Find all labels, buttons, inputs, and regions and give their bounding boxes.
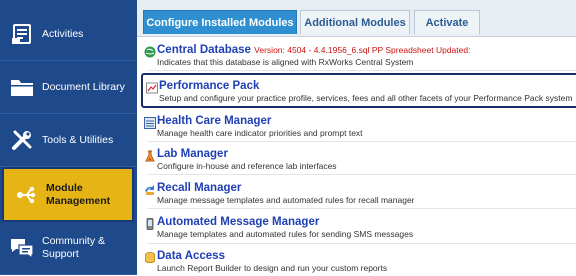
sidebar-item-label: Activities xyxy=(42,27,84,40)
sidebar-item-community-support[interactable]: Community & Support xyxy=(0,222,137,275)
tab-activate[interactable]: Activate xyxy=(414,10,480,34)
sidebar-item-document-library[interactable]: Document Library xyxy=(0,61,137,114)
phone-icon xyxy=(144,217,156,230)
recall-icon xyxy=(144,183,156,195)
list-icon xyxy=(144,116,156,129)
tab-label: Configure Installed Modules xyxy=(146,16,294,29)
modules-panel: Central Database Version: 4504 - 4.4.195… xyxy=(137,36,576,276)
module-automated-message-manager[interactable]: Automated Message Manager Manage templat… xyxy=(141,216,576,239)
sidebar-item-module-management[interactable]: Module Management xyxy=(2,167,134,222)
module-description: Indicates that this database is aligned … xyxy=(157,57,414,67)
module-title: Recall Manager xyxy=(157,182,242,194)
divider xyxy=(147,208,576,209)
module-title: Automated Message Manager xyxy=(157,216,320,228)
sidebar-item-label: Community & Support xyxy=(42,235,106,260)
module-recall-manager[interactable]: Recall Manager Manage message templates … xyxy=(141,182,576,205)
divider xyxy=(147,70,576,71)
tab-configure-installed-modules[interactable]: Configure Installed Modules xyxy=(143,10,297,34)
tab-additional-modules[interactable]: Additional Modules xyxy=(300,10,410,34)
sidebar: Activities Document Library Tools & Util… xyxy=(0,0,137,275)
globe-icon xyxy=(144,45,156,58)
sidebar-item-activities[interactable]: Activities xyxy=(0,8,137,61)
chart-icon xyxy=(146,81,158,94)
module-description: Setup and configure your practice profil… xyxy=(159,93,573,103)
folder-icon xyxy=(9,74,35,100)
tab-bar: Configure Installed Modules Additional M… xyxy=(137,0,576,36)
module-description: Configure in-house and reference lab int… xyxy=(157,161,337,171)
sidebar-item-label: Document Library xyxy=(42,80,125,93)
divider xyxy=(147,174,576,175)
module-description: Manage templates and automated rules for… xyxy=(157,229,414,239)
module-description: Manage message templates and automated r… xyxy=(157,195,415,205)
module-icon xyxy=(13,182,39,208)
activities-icon xyxy=(9,21,35,47)
module-data-access[interactable]: Data Access Launch Report Builder to des… xyxy=(141,250,576,273)
module-health-care-manager[interactable]: Health Care Manager Manage health care i… xyxy=(141,115,576,138)
sidebar-item-tools-utilities[interactable]: Tools & Utilities xyxy=(0,114,137,167)
module-lab-manager[interactable]: Lab Manager Configure in-house and refer… xyxy=(141,148,576,171)
module-central-database[interactable]: Central Database Version: 4504 - 4.4.195… xyxy=(141,44,576,67)
sidebar-item-label: Module Management xyxy=(46,181,111,207)
module-title: Central Database xyxy=(157,44,251,56)
tab-label: Additional Modules xyxy=(304,16,406,29)
module-description: Manage health care indicator priorities … xyxy=(157,128,363,138)
flask-icon xyxy=(144,149,156,162)
tools-icon xyxy=(9,127,35,153)
tab-label: Activate xyxy=(425,16,469,29)
module-title: Health Care Manager xyxy=(157,115,272,127)
module-title: Performance Pack xyxy=(159,80,260,92)
divider xyxy=(147,141,576,142)
divider xyxy=(147,243,576,244)
module-performance-pack[interactable]: Performance Pack Setup and configure you… xyxy=(141,73,576,108)
database-icon xyxy=(144,251,156,264)
module-title: Data Access xyxy=(157,250,225,262)
module-description: Launch Report Builder to design and run … xyxy=(157,263,388,273)
sidebar-item-label: Tools & Utilities xyxy=(42,133,114,146)
version-text: Version: 4504 - 4.4.1956_6.sql PP Spread… xyxy=(254,45,471,55)
community-icon xyxy=(9,235,35,261)
module-title: Lab Manager xyxy=(157,148,228,160)
